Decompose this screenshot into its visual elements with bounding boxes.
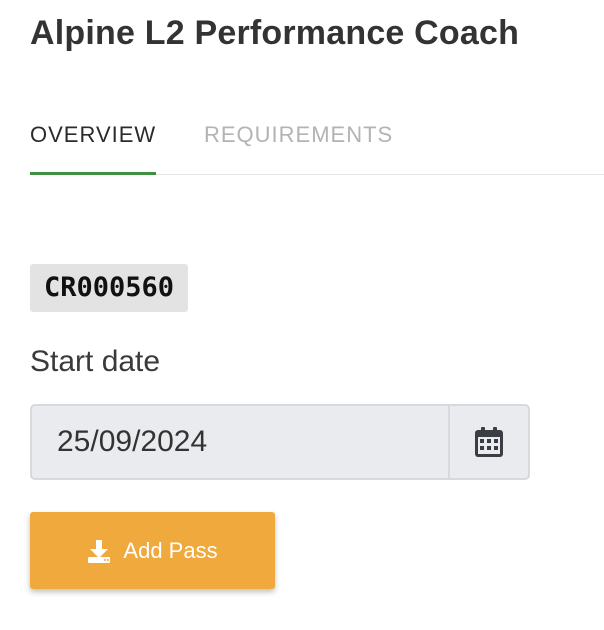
add-pass-label: Add Pass — [123, 537, 218, 563]
tab-bar: OVERVIEW REQUIREMENTS — [30, 112, 604, 175]
page-title: Alpine L2 Performance Coach — [30, 14, 520, 52]
course-code-badge: CR000560 — [30, 264, 189, 312]
tab-requirements[interactable]: REQUIREMENTS — [204, 112, 393, 172]
tab-overview[interactable]: OVERVIEW — [30, 112, 156, 175]
start-date-label: Start date — [30, 345, 161, 378]
add-pass-button[interactable]: Add Pass — [30, 512, 275, 589]
start-date-group — [30, 404, 530, 480]
calendar-icon — [475, 427, 503, 457]
calendar-button[interactable] — [448, 406, 528, 478]
start-date-input[interactable] — [32, 406, 448, 478]
download-icon — [88, 539, 111, 563]
page: Alpine L2 Performance Coach OVERVIEW REQ… — [0, 0, 604, 630]
